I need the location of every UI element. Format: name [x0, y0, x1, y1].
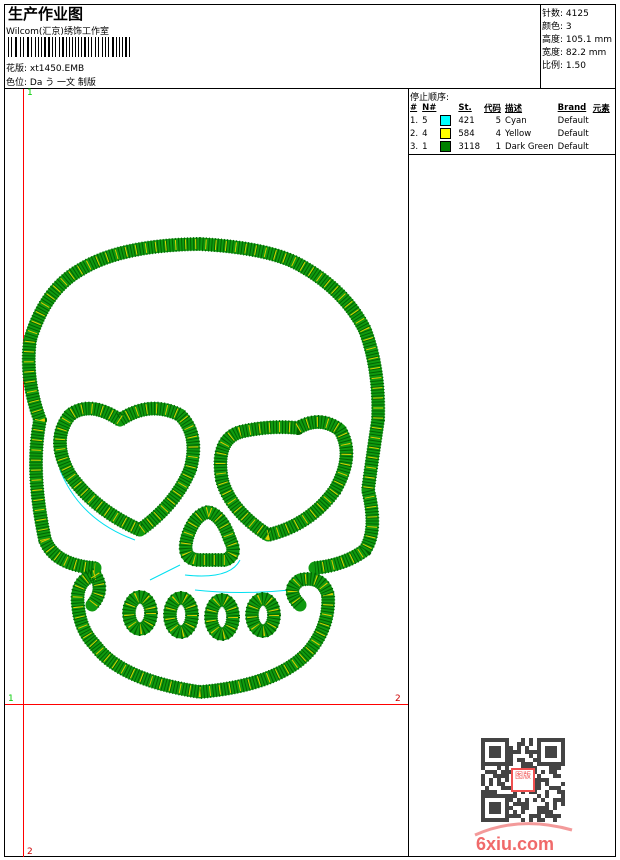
left-eye-heart	[53, 402, 200, 537]
seal-stamp: 图版	[511, 768, 535, 792]
production-sheet: 生产作业图 Wilcom(汇京)绣饰工作室 花版: xt1450.EMB 色位:…	[0, 0, 620, 860]
watermark-logo: 6xiu.com	[476, 834, 554, 854]
skull-embroidery-design: 6xiu.com	[21, 237, 573, 854]
qr-code: 图版	[481, 738, 565, 822]
